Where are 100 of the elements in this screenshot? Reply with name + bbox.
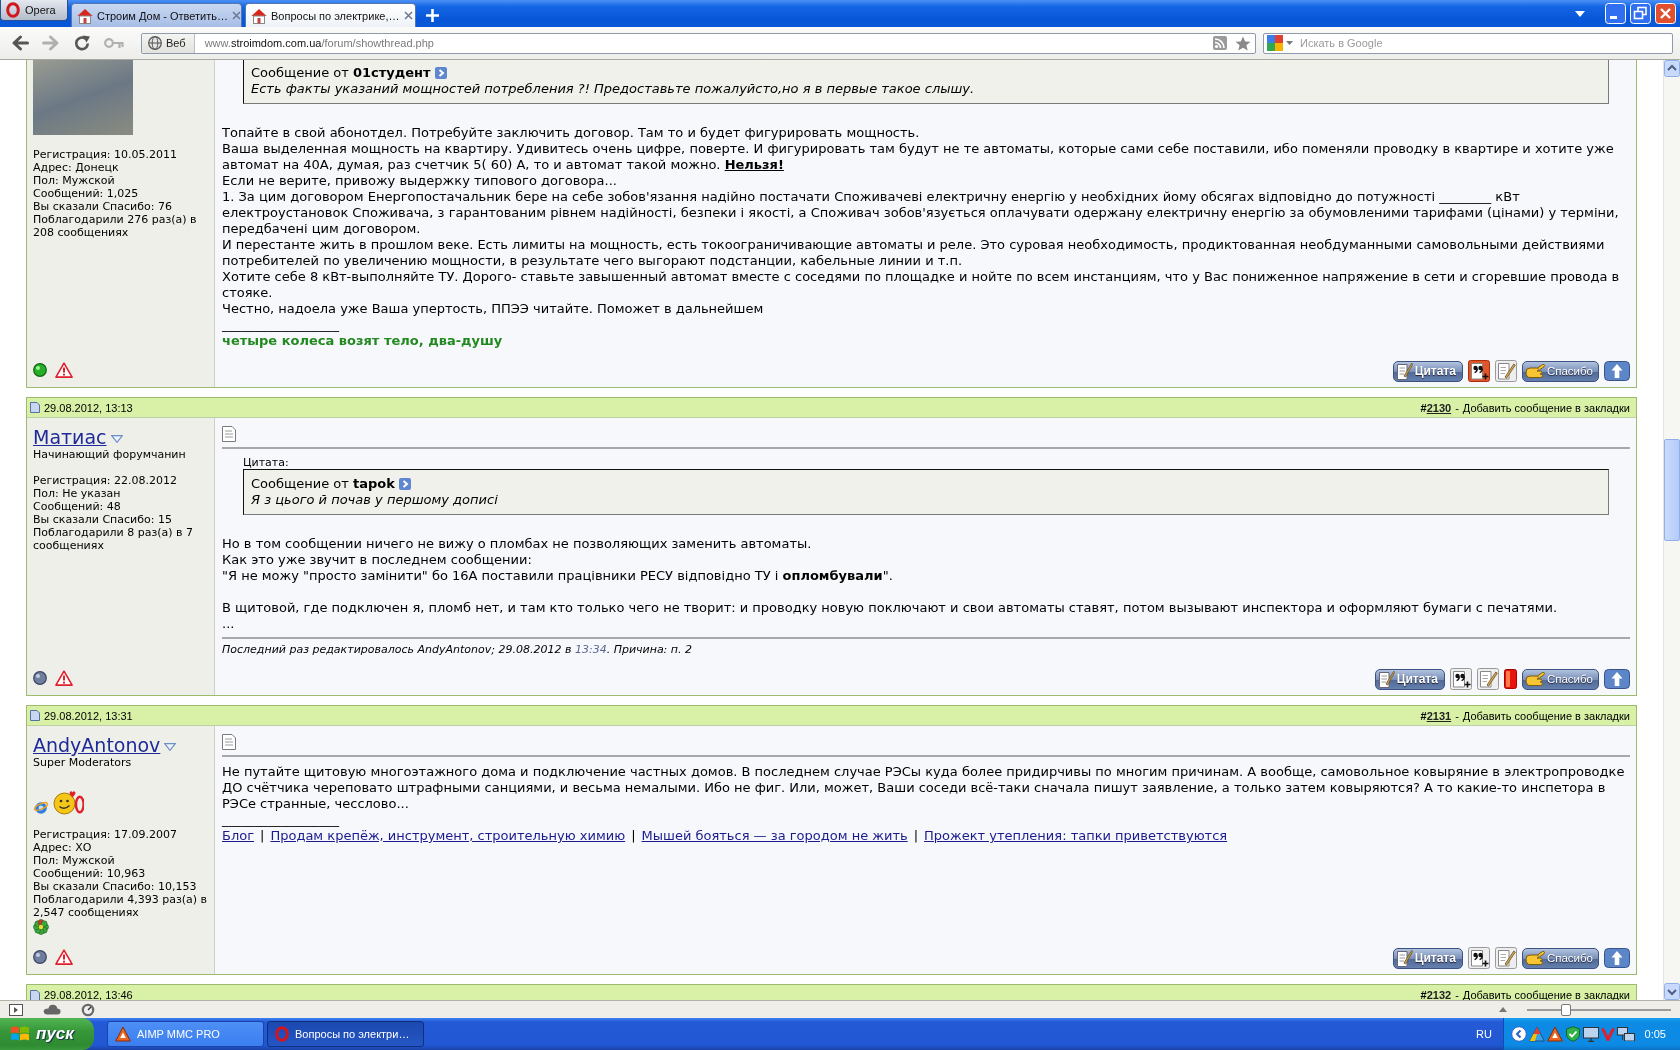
bookmark-link[interactable]: Добавить сообщение в закладки (1462, 401, 1630, 414)
caret-up-icon[interactable] (1499, 1007, 1507, 1012)
caret-icon[interactable] (110, 435, 123, 443)
url-text: www.stroimdom.com.ua/forum/showthread.php (204, 37, 434, 49)
post-text: "Я не можу "просто замінити" бо 16А поставили працівники РЕСУ відповідно ТУ і опломбували". (222, 568, 894, 584)
document-icon (222, 426, 236, 442)
panel-icon[interactable] (9, 1003, 23, 1016)
quote-attribution: Сообщение от 01студент (251, 65, 431, 81)
card-icon[interactable] (1503, 669, 1517, 689)
address-bar[interactable]: Веб www.stroimdom.com.ua/forum/showthread.php (141, 32, 1256, 54)
user-stat: Поблагодарили 4,393 раз(а) в 2,547 сообщениях (33, 893, 209, 919)
shield-icon[interactable] (1565, 1026, 1581, 1042)
clock-text: 0:05 (1644, 1028, 1666, 1040)
quote-marks-icon[interactable] (1467, 947, 1490, 969)
warning-icon[interactable] (55, 670, 73, 686)
scroll-up-icon[interactable] (1664, 60, 1680, 77)
user-stat: Вы сказали Спасибо: 15 (33, 513, 173, 526)
reload-icon[interactable] (73, 34, 91, 52)
thanks-button[interactable]: Спасибо (1521, 668, 1599, 690)
triangle-logo-icon[interactable] (1547, 1026, 1563, 1042)
user-stat: Поблагодарили 8 раз(а) в 7 сообщениях (33, 526, 195, 552)
document-icon (222, 734, 236, 750)
arrow-link-icon[interactable] (398, 478, 411, 490)
username-link[interactable]: Матиас (33, 426, 107, 448)
document-pencil-icon[interactable] (1476, 668, 1499, 690)
document-pencil-icon (1396, 362, 1413, 380)
page-icon (30, 402, 40, 413)
post-text: Хотите себе 8 кВт-выполняйте ТУ. Дорого- ставьте завышенный автомат вместе с соседями по площадке и нойте по всем инстанциям, что у Вас пониженное напряжение в сети и сгоревшие провода в стояке. (222, 269, 1621, 301)
triangle-logo-icon[interactable] (1529, 1026, 1545, 1042)
caret-icon[interactable] (164, 743, 177, 751)
quote-marks-icon[interactable] (1467, 360, 1490, 382)
search-field[interactable]: Искать в Google (1296, 34, 1672, 52)
arrow-link-icon[interactable] (434, 67, 447, 79)
post-number-link[interactable]: 2131 (1426, 709, 1452, 722)
caret-icon[interactable] (1286, 41, 1293, 45)
caret-icon[interactable] (1575, 10, 1585, 17)
user-stat: Пол: Мужской (33, 854, 116, 867)
slider-thumb[interactable] (1560, 1003, 1571, 1016)
web-mode-button[interactable]: Веб (142, 33, 195, 53)
taskbar-button[interactable]: AIMP MMC PRO (107, 1021, 264, 1047)
monitor-icon[interactable] (1583, 1026, 1599, 1042)
page-icon (30, 989, 40, 1000)
hand-icon (1524, 950, 1545, 966)
warning-icon[interactable] (55, 949, 73, 965)
language-indicator[interactable]: RU (1476, 1028, 1492, 1040)
post-text: 1. За цим договором Енергопостачальник бере на себе зобов'язання надійно постачати Споживачеві електричну енергію у необхідних йому обсягах відповідно до потужності ________ кВт електроустановок Споживача, з гарантованим рівнем надійності, безпеки і якості, а Споживач зобов'язується оплачувати одержану електричну енергію за обумовленими тарифами (цінами) у терміни, передбачені цим договором. (222, 189, 1620, 237)
flag-icon (10, 1025, 30, 1043)
search-bar[interactable]: Искать в Google (1263, 32, 1673, 54)
flower-icon[interactable] (33, 919, 49, 935)
edit-note: Последний раз редактировалось AndyAntonov; 29.08.2012 в 13:34. Причина: п. 2 (222, 643, 693, 657)
opera-menu-button[interactable]: Opera (0, 0, 68, 21)
separator-text: - (1454, 709, 1460, 722)
page-icon (30, 710, 40, 721)
start-button[interactable]: пуск (0, 1018, 94, 1050)
browser-tab[interactable]: Строим Дом - Ответить… (71, 3, 242, 27)
back-arrow-icon[interactable] (11, 34, 29, 52)
signature-link[interactable]: Продам крепёж, инструмент, строительную химию (270, 828, 626, 844)
post-text: Честно, надоела уже Ваша упертость, ППЭЭ читайте. Поможет в дальнейшем (222, 301, 765, 317)
four-squares-icon[interactable] (1267, 35, 1283, 51)
user-stat: Сообщений: 48 (33, 500, 122, 513)
separator-text: - (1454, 401, 1460, 414)
chevron-circle-icon[interactable] (1511, 1026, 1527, 1042)
bookmark-link[interactable]: Добавить сообщение в закладки (1462, 709, 1630, 722)
separator-text: - (1454, 989, 1460, 1000)
document-pencil-icon[interactable] (1494, 360, 1517, 382)
document-pencil-icon[interactable] (1494, 947, 1517, 969)
close-icon[interactable] (232, 11, 242, 20)
signature-link[interactable]: Мышей бояться — за городом не жить (641, 828, 908, 844)
scroll-thumb[interactable] (1664, 439, 1680, 541)
signature-link[interactable]: Блог (222, 828, 254, 844)
quote-text: Я з цього й почав у першому дописі (251, 492, 499, 508)
user-stat: Регистрация: 17.09.2007 (33, 828, 178, 841)
user-stat: Адрес: ХО (33, 841, 93, 854)
smiley-icon (53, 789, 84, 815)
minimize-icon[interactable] (1605, 3, 1626, 24)
house-icon (251, 7, 267, 24)
rss-icon[interactable] (1213, 36, 1227, 50)
globe-ring-icon (33, 799, 49, 815)
thanks-button[interactable]: Спасибо (1521, 360, 1599, 382)
quote-marks-icon[interactable] (1449, 668, 1472, 690)
user-stat: Пол: Мужской (33, 174, 116, 187)
network-icon[interactable] (1617, 1027, 1635, 1041)
thanks-button[interactable]: Спасибо (1521, 947, 1599, 969)
scroll-down-icon[interactable] (1664, 983, 1680, 1000)
browser-tab[interactable]: Вопросы по электрике,… (245, 3, 416, 27)
plus-icon[interactable] (426, 8, 439, 22)
close-icon[interactable] (403, 11, 413, 20)
scrollbar[interactable] (1663, 60, 1680, 1000)
user-stat: Поблагодарили 276 раз(а) в 208 сообщениях (33, 213, 198, 239)
star-icon[interactable] (1235, 35, 1251, 51)
warning-icon[interactable] (55, 362, 73, 378)
post-number-link[interactable]: 2132 (1426, 989, 1452, 1000)
username-link[interactable]: AndyAntonov (33, 734, 161, 756)
gauge-icon[interactable] (81, 1002, 95, 1017)
post-number-link[interactable]: 2130 (1426, 401, 1452, 414)
signature-link[interactable]: Прожект утепления: тапки приветствуются (924, 828, 1228, 844)
restore-icon[interactable] (1630, 3, 1651, 24)
quote-text: Есть факты указаний мощностей потребления ?! Предоставьте пожалуйсто,но я в первые такое слышу. (251, 81, 976, 97)
taskbar-button[interactable]: Вопросы по электри… (267, 1021, 424, 1047)
cloud-icon[interactable] (43, 1004, 61, 1015)
